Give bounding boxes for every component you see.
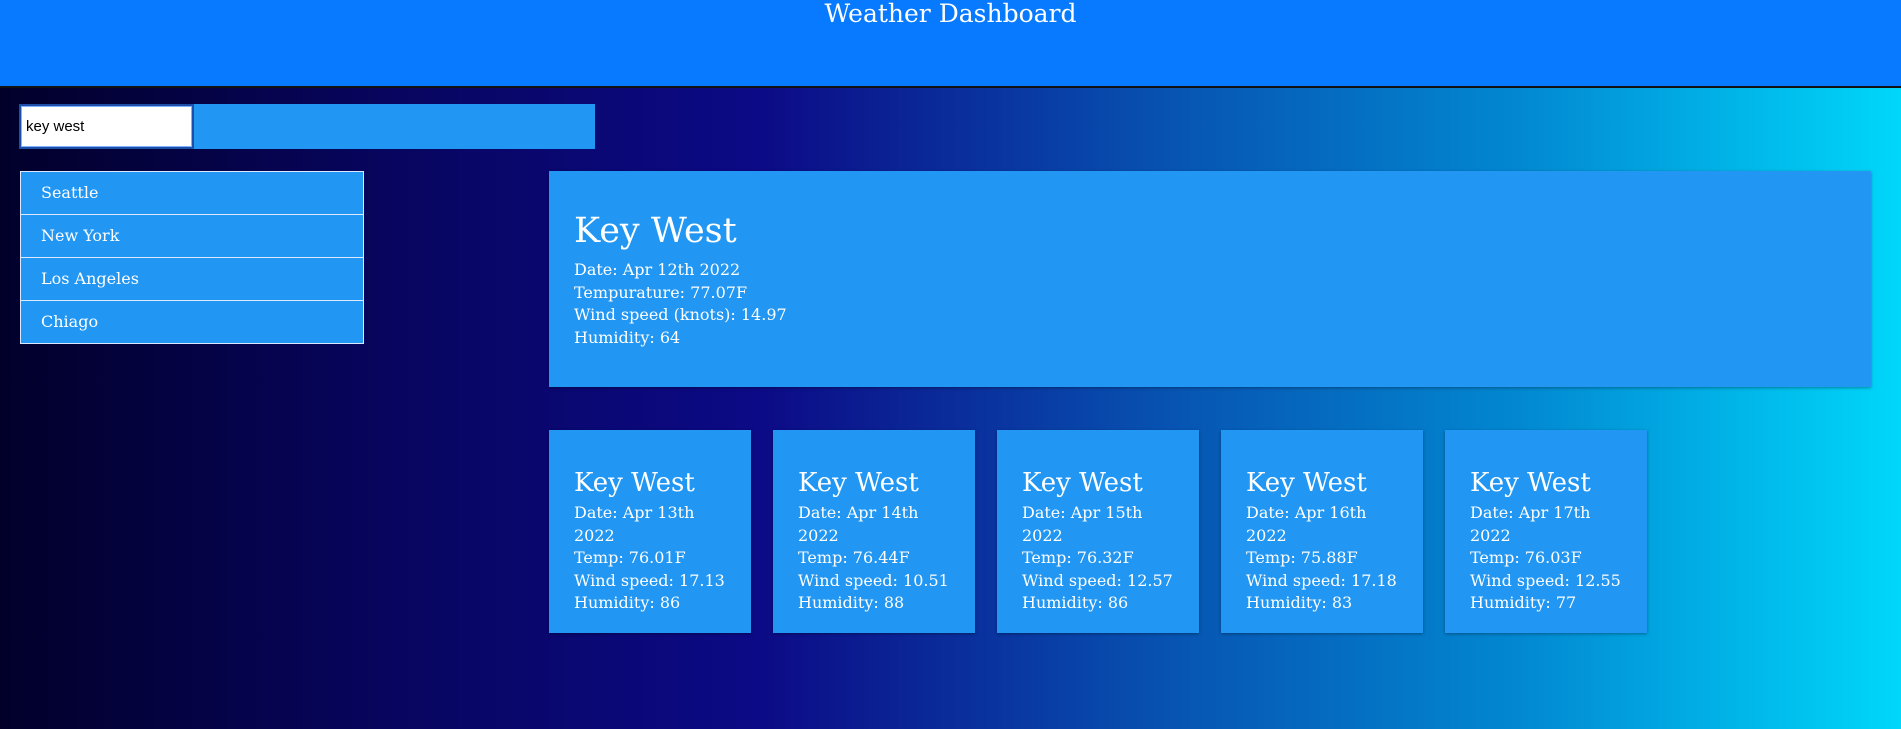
forecast-date: Date: Apr 16th 2022 [1246, 503, 1367, 545]
forecast-date: Date: Apr 14th 2022 [798, 503, 919, 545]
forecast-date: Date: Apr 13th 2022 [574, 503, 695, 545]
search-input[interactable] [19, 104, 194, 149]
forecast-humidity: Humidity: 86 [1022, 593, 1129, 612]
forecast-humidity: Humidity: 86 [574, 593, 681, 612]
forecast-temp: Temp: 76.44F [798, 548, 910, 567]
search-bar [19, 104, 595, 149]
forecast-card: Key West Date: Apr 14th 2022 Temp: 76.44… [773, 430, 975, 633]
five-day-forecast: Key West Date: Apr 13th 2022 Temp: 76.01… [549, 430, 1669, 633]
history-item-chiago[interactable]: Chiago [20, 300, 364, 344]
current-humidity: Humidity: 64 [574, 327, 681, 347]
forecast-card: Key West Date: Apr 16th 2022 Temp: 75.88… [1221, 430, 1423, 633]
forecast-city: Key West [1470, 468, 1591, 498]
forecast-date: Date: Apr 15th 2022 [1022, 503, 1143, 545]
forecast-temp: Temp: 76.03F [1470, 548, 1582, 567]
page-title: Weather Dashboard [824, 0, 1077, 28]
history-item-new-york[interactable]: New York [20, 214, 364, 258]
forecast-wind: Wind speed: 10.51 [798, 570, 949, 590]
forecast-city: Key West [1022, 468, 1143, 498]
forecast-humidity: Humidity: 88 [798, 593, 905, 612]
forecast-humidity: Humidity: 83 [1246, 593, 1353, 612]
forecast-wind: Wind speed: 12.55 [1470, 570, 1621, 590]
forecast-temp: Temp: 76.01F [574, 548, 686, 567]
forecast-card: Key West Date: Apr 15th 2022 Temp: 76.32… [997, 430, 1199, 633]
forecast-temp: Temp: 75.88F [1246, 548, 1358, 567]
forecast-wind: Wind speed: 17.13 [574, 570, 725, 590]
forecast-humidity: Humidity: 77 [1470, 593, 1577, 612]
current-city-name: Key West [574, 211, 737, 251]
current-date: Date: Apr 12th 2022 [574, 260, 741, 279]
forecast-city: Key West [798, 468, 919, 498]
current-wind-speed: Wind speed (knots): 14.97 [574, 305, 787, 324]
forecast-temp: Temp: 76.32F [1022, 548, 1134, 567]
page-header: Weather Dashboard [0, 0, 1901, 88]
history-item-seattle[interactable]: Seattle [20, 171, 364, 215]
current-weather-card: Key West Date: Apr 12th 2022 Tempurature… [549, 171, 1871, 387]
search-button[interactable] [194, 104, 595, 149]
forecast-wind: Wind speed: 17.18 [1246, 570, 1397, 590]
forecast-city: Key West [1246, 468, 1367, 498]
current-temperature: Tempurature: 77.07F [574, 282, 748, 302]
search-history-list: Seattle New York Los Angeles Chiago [20, 171, 364, 344]
forecast-card: Key West Date: Apr 17th 2022 Temp: 76.03… [1445, 430, 1647, 633]
history-item-los-angeles[interactable]: Los Angeles [20, 257, 364, 301]
forecast-card: Key West Date: Apr 13th 2022 Temp: 76.01… [549, 430, 751, 633]
forecast-city: Key West [574, 468, 695, 498]
forecast-date: Date: Apr 17th 2022 [1470, 503, 1591, 545]
forecast-wind: Wind speed: 12.57 [1022, 570, 1173, 590]
